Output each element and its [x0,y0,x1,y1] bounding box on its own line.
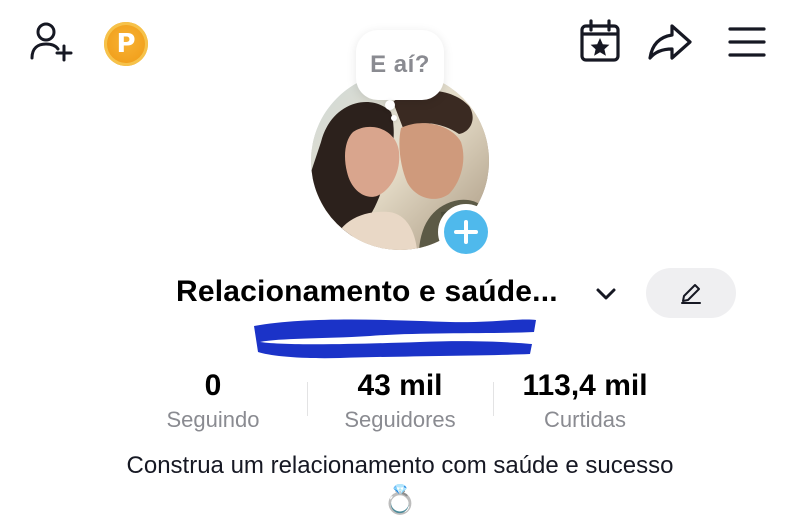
bubble-tail-dot [385,100,395,110]
redacted-username [254,319,536,359]
stat-divider [307,382,308,416]
add-photo-button[interactable] [438,204,494,260]
pencil-icon [681,284,701,304]
menu-button[interactable] [722,18,772,66]
stat-followers-label: Seguidores [344,407,456,432]
account-switch-button[interactable] [590,280,622,308]
stat-likes[interactable]: 113,4 mil Curtidas [505,368,665,434]
stat-followers[interactable]: 43 mil Seguidores [320,368,480,434]
calendar-star-icon [580,19,620,62]
calendar-button[interactable] [576,18,624,66]
status-bubble-text: E aí? [370,51,430,78]
chevron-down-icon [596,288,616,300]
stat-likes-value: 113,4 mil [522,369,648,402]
plus-icon [454,220,478,244]
person-plus-icon [30,22,73,62]
stat-following-label: Seguindo [166,407,260,432]
coin-icon: P [116,29,136,59]
edit-profile-button[interactable] [646,268,736,318]
stat-following-value: 0 [204,369,222,402]
share-arrow-icon [648,24,692,60]
profile-bio: Construa um relacionamento com saúde e s… [126,452,674,479]
add-user-button[interactable] [28,18,76,66]
status-bubble[interactable]: E aí? [356,30,444,100]
hamburger-menu-icon [728,27,766,57]
stat-divider [493,382,494,416]
profile-display-name[interactable]: Relacionamento e saúde... [176,275,558,309]
stat-following[interactable]: 0 Seguindo [148,368,278,434]
add-photo-circle [444,210,488,254]
share-button[interactable] [646,18,694,66]
coin-button[interactable]: P [104,22,148,66]
ring-emoji: 💍 [382,483,418,516]
stat-followers-value: 43 mil [357,369,443,402]
stat-likes-label: Curtidas [544,407,626,432]
bubble-tail-dot-small [391,115,397,121]
